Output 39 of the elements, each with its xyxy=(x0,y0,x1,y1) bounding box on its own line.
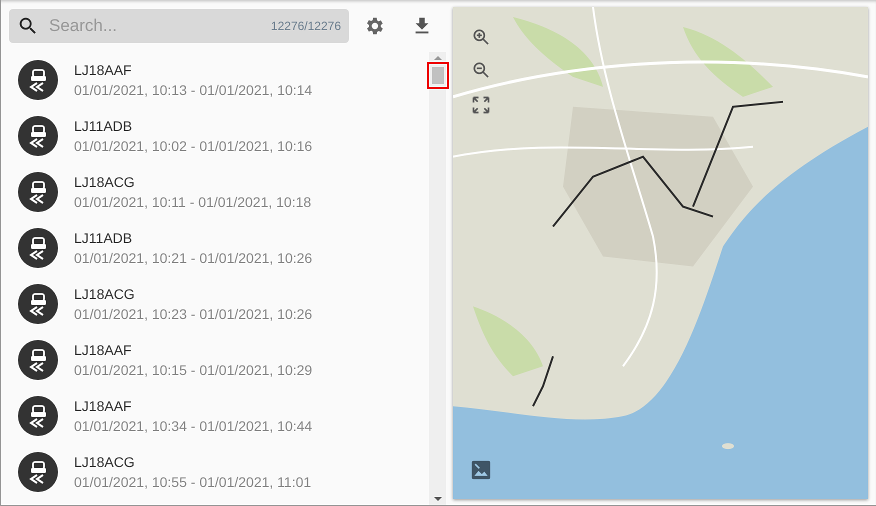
vehicle-plate: LJ18ACG xyxy=(74,174,136,190)
vehicle-plate: LJ18ACG xyxy=(74,286,136,302)
trip-item[interactable]: LJ11ADB 01/01/2021, 10:21 - 01/01/2021, 10:26 xyxy=(1,220,429,276)
vehicle-plate: LJ18AAF xyxy=(74,62,133,78)
car-skid-icon xyxy=(18,228,58,268)
car-skid-icon xyxy=(18,172,58,212)
search-field[interactable]: Search... xyxy=(47,14,271,36)
trip-item[interactable]: LJ18AAF 01/01/2021, 10:15 - 01/01/2021, 10:29 xyxy=(1,332,429,388)
fullscreen-icon[interactable] xyxy=(471,95,491,115)
trip-period: 01/01/2021, 10:55 - 01/01/2021, 11:01 xyxy=(74,474,312,490)
car-skid-icon xyxy=(18,60,58,100)
scrollbar[interactable] xyxy=(429,52,446,505)
result-count: 12276/12276 xyxy=(270,18,341,32)
car-skid-icon xyxy=(18,340,58,380)
vehicle-plate: LJ18AAF xyxy=(74,342,133,358)
trip-item[interactable]: LJ18AAF 01/01/2021, 10:34 - 01/01/2021, 10:44 xyxy=(1,388,429,444)
car-skid-icon xyxy=(18,116,58,156)
zoom-in-icon[interactable] xyxy=(471,27,491,47)
trip-item[interactable]: LJ18ACG 01/01/2021, 10:55 - 01/01/2021, 11:01 xyxy=(1,444,429,500)
trip-period: 01/01/2021, 10:15 - 01/01/2021, 10:29 xyxy=(74,362,312,378)
car-skid-icon xyxy=(18,452,58,492)
trip-item[interactable]: LJ18ACG 01/01/2021, 10:23 - 01/01/2021, 10:26 xyxy=(1,276,429,332)
car-skid-icon xyxy=(18,284,58,324)
car-skid-icon xyxy=(18,396,58,436)
vehicle-plate: LJ11ADB xyxy=(74,230,134,246)
trip-period: 01/01/2021, 10:34 - 01/01/2021, 10:44 xyxy=(74,418,312,434)
trip-item[interactable]: LJ11ADB 01/01/2021, 10:02 - 01/01/2021, 10:16 xyxy=(1,108,429,164)
trip-period: 01/01/2021, 10:13 - 01/01/2021, 10:14 xyxy=(74,82,312,98)
scroll-thumb[interactable] xyxy=(432,67,444,84)
trip-period: 01/01/2021, 10:23 - 01/01/2021, 10:26 xyxy=(74,306,312,322)
vehicle-plate: LJ18ACG xyxy=(74,454,136,470)
trip-period: 01/01/2021, 10:21 - 01/01/2021, 10:26 xyxy=(74,250,312,266)
vehicle-plate: LJ11ADB xyxy=(74,118,134,134)
trip-item[interactable]: LJ18AAF 01/01/2021, 10:13 - 01/01/2021, 10:14 xyxy=(1,52,429,108)
zoom-out-icon[interactable] xyxy=(471,60,491,80)
trip-period: 01/01/2021, 10:02 - 01/01/2021, 10:16 xyxy=(74,138,312,154)
vehicle-plate: LJ18AAF xyxy=(74,398,133,414)
trip-period: 01/01/2021, 10:11 - 01/01/2021, 10:18 xyxy=(74,194,312,210)
trip-item[interactable]: LJ18ACG 01/01/2021, 10:11 - 01/01/2021, 10:18 xyxy=(1,164,429,220)
